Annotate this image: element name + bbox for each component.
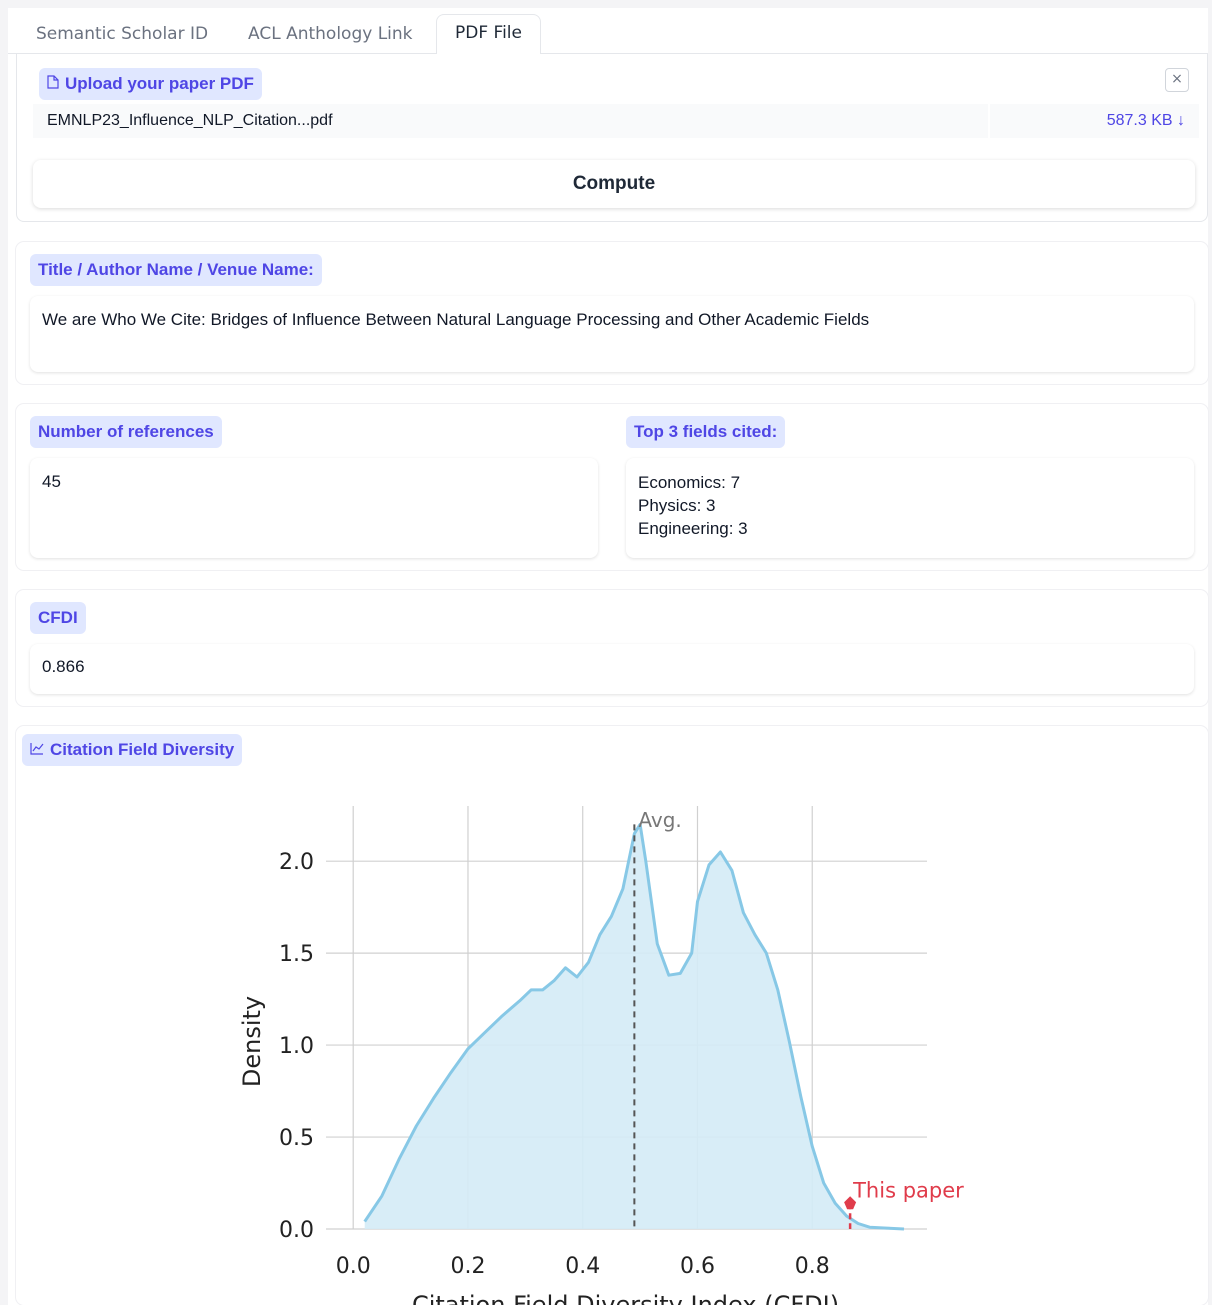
references-label: Number of references [30,416,222,448]
title-field[interactable]: We are Who We Cite: Bridges of Influence… [30,296,1194,372]
cfdi-label: CFDI [30,602,86,634]
title-label: Title / Author Name / Venue Name: [30,254,322,286]
plot-label-text: Citation Field Diversity [50,740,235,759]
title-section: Title / Author Name / Venue Name: We are… [16,242,1208,384]
y-tick-label: 0.0 [279,1218,314,1243]
references-field[interactable]: 45 [30,458,598,558]
top-fields-label: Top 3 fields cited: [626,416,786,448]
x-tick-label: 0.6 [680,1254,715,1279]
y-tick-label: 2.0 [279,850,314,875]
plot-label: Citation Field Diversity [22,734,243,766]
page: Semantic Scholar ID ACL Anthology Link P… [8,8,1208,1305]
compute-button[interactable]: Compute [33,160,1195,208]
chart-icon [30,734,44,766]
close-button[interactable]: × [1165,68,1189,92]
top-fields-field[interactable]: Economics: 7 Physics: 3 Engineering: 3 [626,458,1194,558]
tab-semantic-scholar-id[interactable]: Semantic Scholar ID [36,18,208,50]
tab-pdf-file[interactable]: PDF File [436,14,541,55]
x-tick-label: 0.0 [336,1254,371,1279]
file-icon [47,68,59,100]
upload-label: Upload your paper PDF [39,68,262,100]
y-tick-label: 1.0 [279,1034,314,1059]
avg-label: Avg. [638,808,681,832]
stats-section: Number of references 45 Top 3 fields cit… [16,404,1208,570]
uploaded-file-row: EMNLP23_Influence_NLP_Citation...pdf 587… [33,104,1199,138]
chart-svg: 0.0 0.2 0.4 0.6 0.8 0.0 0.5 1.0 1.5 2.0 Avg. This p… [238,806,964,1305]
top-field-line: Engineering: 3 [638,519,748,538]
top-field-line: Economics: 7 [638,473,741,492]
y-tick-label: 0.5 [279,1126,314,1151]
x-axis-label: Citation Field Diversity Index (CFDI) [412,1291,839,1305]
file-download-link[interactable]: 587.3 KB ↓ [1107,104,1185,138]
x-tick-label: 0.2 [450,1254,485,1279]
x-tick-label: 0.4 [565,1254,600,1279]
this-paper-label: This paper [852,1178,964,1202]
upload-label-text: Upload your paper PDF [65,74,254,93]
top-field-line: Physics: 3 [638,496,716,515]
kde-chart: 0.0 0.2 0.4 0.6 0.8 0.0 0.5 1.0 1.5 2.0 Avg. This p… [220,790,980,1305]
x-tick-label: 0.8 [795,1254,830,1279]
divider [988,104,990,138]
y-axis-label: Density [238,996,266,1087]
y-tick-label: 1.5 [279,942,314,967]
cfdi-section: CFDI 0.866 [16,590,1208,706]
file-name: EMNLP23_Influence_NLP_Citation...pdf [47,112,333,129]
file-upload-panel: Upload your paper PDF × EMNLP23_Influenc… [16,54,1208,222]
cfdi-field[interactable]: 0.866 [30,644,1194,694]
tab-acl-anthology-link[interactable]: ACL Anthology Link [248,18,413,50]
tab-bar: Semantic Scholar ID ACL Anthology Link P… [8,14,1208,55]
